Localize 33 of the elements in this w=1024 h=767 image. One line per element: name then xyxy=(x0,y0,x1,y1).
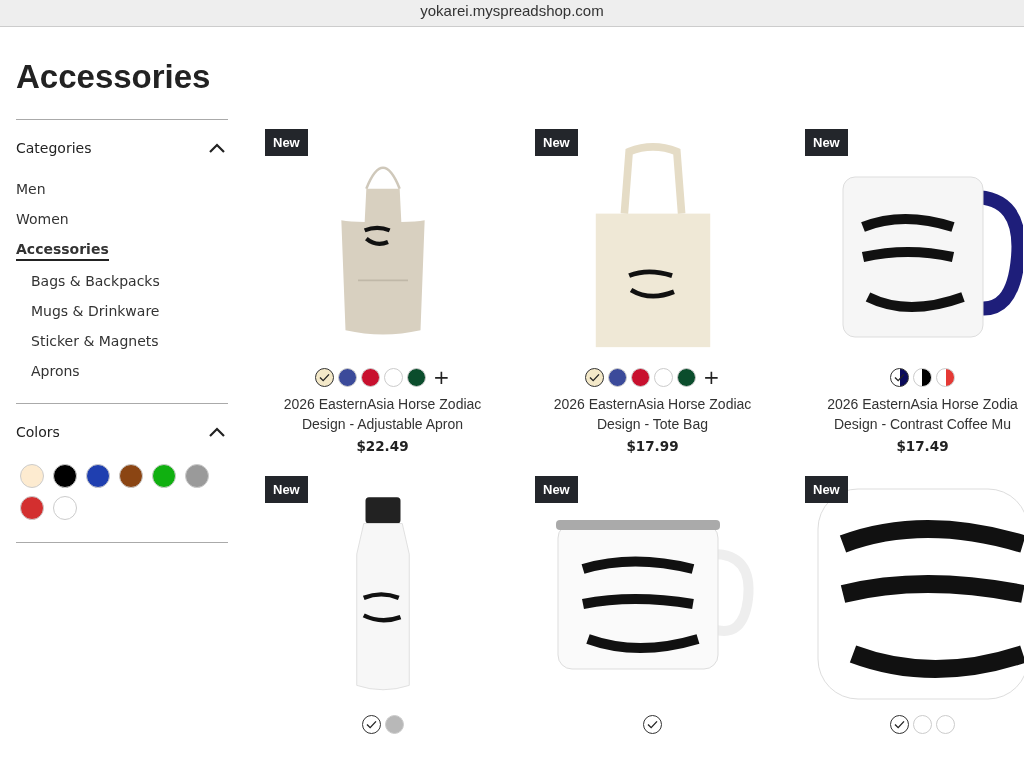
color-swatch[interactable] xyxy=(315,367,335,387)
subcategory-link[interactable]: Aprons xyxy=(31,362,80,381)
color-swatch[interactable] xyxy=(361,714,381,734)
new-badge: New xyxy=(265,476,308,503)
category-link[interactable]: Men xyxy=(16,180,46,199)
subcategory-link[interactable]: Mugs & Drinkware xyxy=(31,302,160,321)
page-title: Accessories xyxy=(16,57,212,97)
subcategory-link[interactable]: Bags & Backpacks xyxy=(31,272,160,291)
new-badge: New xyxy=(805,476,848,503)
color-swatch[interactable] xyxy=(890,714,909,734)
new-badge: New xyxy=(535,476,578,503)
product-price: $17.49 xyxy=(896,438,949,454)
new-badge: New xyxy=(265,129,308,156)
product-title[interactable]: 2026 EasternAsia Horse Zodia Design - Contrast Coffee Mu xyxy=(827,394,1018,434)
product-title[interactable]: 2026 EasternAsia Horse Zodiac Design - Adjustable Apron xyxy=(283,394,482,434)
chevron-icon[interactable] xyxy=(208,142,226,154)
more-colors-button[interactable]: + xyxy=(433,367,450,387)
new-badge: New xyxy=(535,129,578,156)
product-price: $22.49 xyxy=(356,438,409,454)
subcategory-link[interactable]: Sticker & Magnets xyxy=(31,332,159,351)
product-title[interactable]: 2026 EasternAsia Horse Zodiac Design - Tote Bag xyxy=(553,394,752,434)
color-swatch[interactable] xyxy=(585,367,605,387)
product-price: $17.99 xyxy=(626,438,679,454)
category-link[interactable]: Accessories xyxy=(16,240,109,261)
chevron-icon[interactable] xyxy=(208,426,226,438)
section-title: Categories xyxy=(16,140,92,156)
color-swatch[interactable] xyxy=(643,714,662,734)
more-colors-button[interactable]: + xyxy=(703,367,720,387)
new-badge: New xyxy=(805,129,848,156)
color-swatch[interactable] xyxy=(890,367,909,387)
section-title: Colors xyxy=(16,424,60,440)
category-link[interactable]: Women xyxy=(16,210,69,229)
address-bar[interactable]: yokarei.myspreadshop.com xyxy=(0,0,1024,27)
